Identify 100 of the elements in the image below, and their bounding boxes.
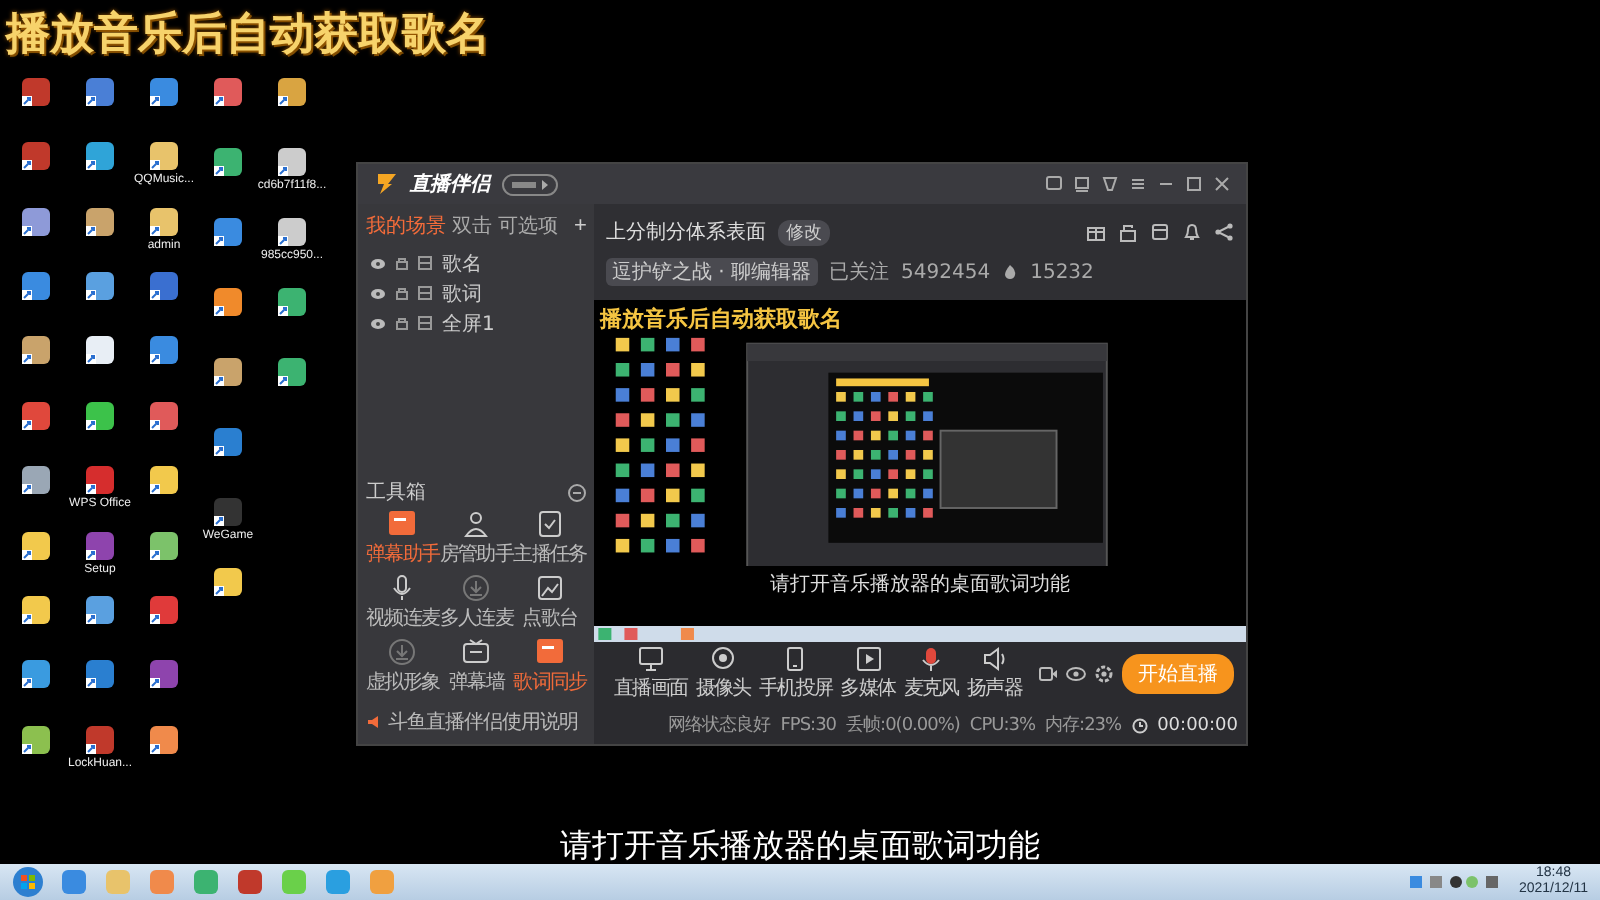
taskbar-app-icon[interactable] bbox=[60, 868, 88, 896]
message-icon[interactable] bbox=[1046, 176, 1062, 192]
app-icon[interactable] bbox=[20, 464, 52, 497]
scene-tab[interactable]: 双击 bbox=[452, 212, 492, 240]
app-icon[interactable] bbox=[276, 356, 308, 388]
app-icon[interactable] bbox=[20, 270, 52, 303]
record-icon[interactable] bbox=[1038, 664, 1059, 684]
app-icon[interactable] bbox=[20, 140, 52, 173]
app-icon[interactable] bbox=[84, 658, 116, 691]
app-icon[interactable] bbox=[276, 76, 308, 108]
app-icon[interactable] bbox=[84, 723, 116, 756]
eye-icon[interactable] bbox=[370, 257, 386, 269]
app-icon[interactable] bbox=[84, 140, 116, 173]
maximize-icon[interactable] bbox=[1186, 176, 1202, 192]
box-icon[interactable] bbox=[1150, 222, 1170, 242]
shirt-icon[interactable] bbox=[1102, 176, 1118, 192]
add-button[interactable]: + bbox=[570, 214, 591, 238]
tool-button[interactable]: 虚拟形象 bbox=[366, 638, 440, 696]
app-icon[interactable] bbox=[212, 566, 244, 598]
close-icon[interactable] bbox=[1214, 176, 1230, 192]
lock-icon[interactable] bbox=[396, 286, 408, 300]
edit-button[interactable]: 修改 bbox=[778, 219, 830, 245]
eye-icon[interactable] bbox=[370, 287, 386, 299]
tool-button[interactable]: 房管助手 bbox=[439, 510, 514, 568]
app-icon[interactable] bbox=[20, 334, 52, 367]
app-icon[interactable] bbox=[20, 529, 52, 562]
settings-icon[interactable] bbox=[1094, 664, 1115, 684]
category-tag[interactable]: 逗护铲之战 · 聊编辑器 bbox=[606, 258, 818, 286]
source-button[interactable]: 扬声器 bbox=[966, 646, 1023, 702]
app-icon[interactable] bbox=[148, 76, 180, 108]
tool-button[interactable]: 弹幕助手 bbox=[366, 510, 440, 568]
app-icon[interactable] bbox=[84, 593, 116, 626]
app-icon[interactable] bbox=[212, 286, 244, 318]
gift-icon[interactable] bbox=[1086, 222, 1106, 242]
app-icon[interactable] bbox=[212, 76, 244, 108]
tool-button[interactable]: 歌词同步 bbox=[513, 638, 587, 696]
app-icon[interactable] bbox=[84, 270, 116, 303]
app-icon[interactable] bbox=[212, 356, 244, 388]
skin-icon[interactable] bbox=[1074, 176, 1090, 192]
app-icon[interactable] bbox=[20, 593, 52, 626]
eye-icon[interactable] bbox=[370, 317, 386, 329]
app-icon[interactable] bbox=[148, 723, 180, 756]
app-icon[interactable] bbox=[20, 723, 52, 756]
app-icon[interactable] bbox=[148, 399, 180, 432]
scene-tab[interactable]: 我的场景 bbox=[366, 212, 446, 240]
menu-icon[interactable] bbox=[1130, 176, 1146, 192]
app-icon[interactable] bbox=[84, 399, 116, 432]
app-icon[interactable] bbox=[212, 426, 244, 458]
bell-icon[interactable] bbox=[1182, 222, 1202, 242]
tool-button[interactable]: 点歌台 bbox=[513, 574, 587, 632]
app-icon[interactable] bbox=[212, 216, 244, 248]
source-button[interactable]: 手机投屏 bbox=[758, 646, 833, 702]
app-icon[interactable] bbox=[148, 593, 180, 626]
tool-button[interactable]: 多人连麦 bbox=[439, 574, 514, 632]
source-button[interactable]: 麦克风 bbox=[903, 646, 959, 702]
tray-icons-drawing[interactable] bbox=[1410, 874, 1503, 890]
lock-icon[interactable] bbox=[396, 316, 408, 330]
scene-name[interactable]: 全屏1 bbox=[442, 309, 495, 337]
app-icon[interactable] bbox=[20, 399, 52, 432]
app-icon[interactable] bbox=[148, 334, 180, 367]
notice-link[interactable]: 斗鱼直播伴侣使用说明 bbox=[388, 708, 578, 736]
tool-button[interactable]: 视频连麦 bbox=[366, 574, 440, 632]
scene-name[interactable]: 歌名 bbox=[442, 249, 482, 277]
app-icon[interactable] bbox=[148, 270, 180, 303]
app-icon[interactable] bbox=[276, 286, 308, 318]
share-icon[interactable] bbox=[1214, 222, 1234, 242]
app-icon[interactable] bbox=[84, 205, 116, 238]
app-icon[interactable] bbox=[84, 76, 116, 108]
taskbar-app-icon[interactable] bbox=[236, 868, 264, 896]
more-icon[interactable] bbox=[568, 483, 586, 501]
start-button[interactable] bbox=[12, 866, 44, 898]
tool-button[interactable]: 弹幕墙 bbox=[439, 638, 514, 696]
source-button[interactable]: 多媒体 bbox=[840, 646, 896, 702]
lock-icon[interactable] bbox=[1118, 222, 1138, 242]
app-icon[interactable] bbox=[20, 658, 52, 691]
lock-icon[interactable] bbox=[396, 256, 408, 270]
app-icon[interactable] bbox=[84, 464, 116, 497]
app-icon[interactable] bbox=[20, 76, 52, 108]
download-icon bbox=[388, 638, 417, 666]
scene-name[interactable]: 歌词 bbox=[442, 279, 482, 307]
source-button[interactable]: 直播画面 bbox=[614, 646, 688, 702]
app-icon[interactable] bbox=[148, 464, 180, 497]
app-icon[interactable] bbox=[84, 334, 116, 367]
scene-tab[interactable]: 可选项 bbox=[498, 212, 558, 240]
preview-title: 播放音乐后自动获取歌名 bbox=[597, 304, 844, 334]
app-icon[interactable] bbox=[276, 216, 308, 248]
version-pill[interactable] bbox=[502, 173, 558, 195]
app-icon[interactable] bbox=[20, 205, 52, 238]
app-icon[interactable] bbox=[84, 529, 116, 562]
app-icon[interactable] bbox=[148, 658, 180, 691]
tool-button[interactable]: 主播任务 bbox=[513, 510, 587, 568]
app-icon[interactable] bbox=[148, 205, 180, 238]
app-icon[interactable] bbox=[212, 496, 244, 528]
source-button[interactable]: 摄像头 bbox=[695, 646, 751, 702]
screen-icon bbox=[637, 646, 664, 672]
app-icon[interactable] bbox=[148, 529, 180, 562]
eye-icon[interactable] bbox=[1066, 664, 1087, 684]
app-icon[interactable] bbox=[212, 146, 244, 178]
app-icon[interactable] bbox=[148, 140, 180, 173]
app-icon[interactable] bbox=[276, 146, 308, 178]
